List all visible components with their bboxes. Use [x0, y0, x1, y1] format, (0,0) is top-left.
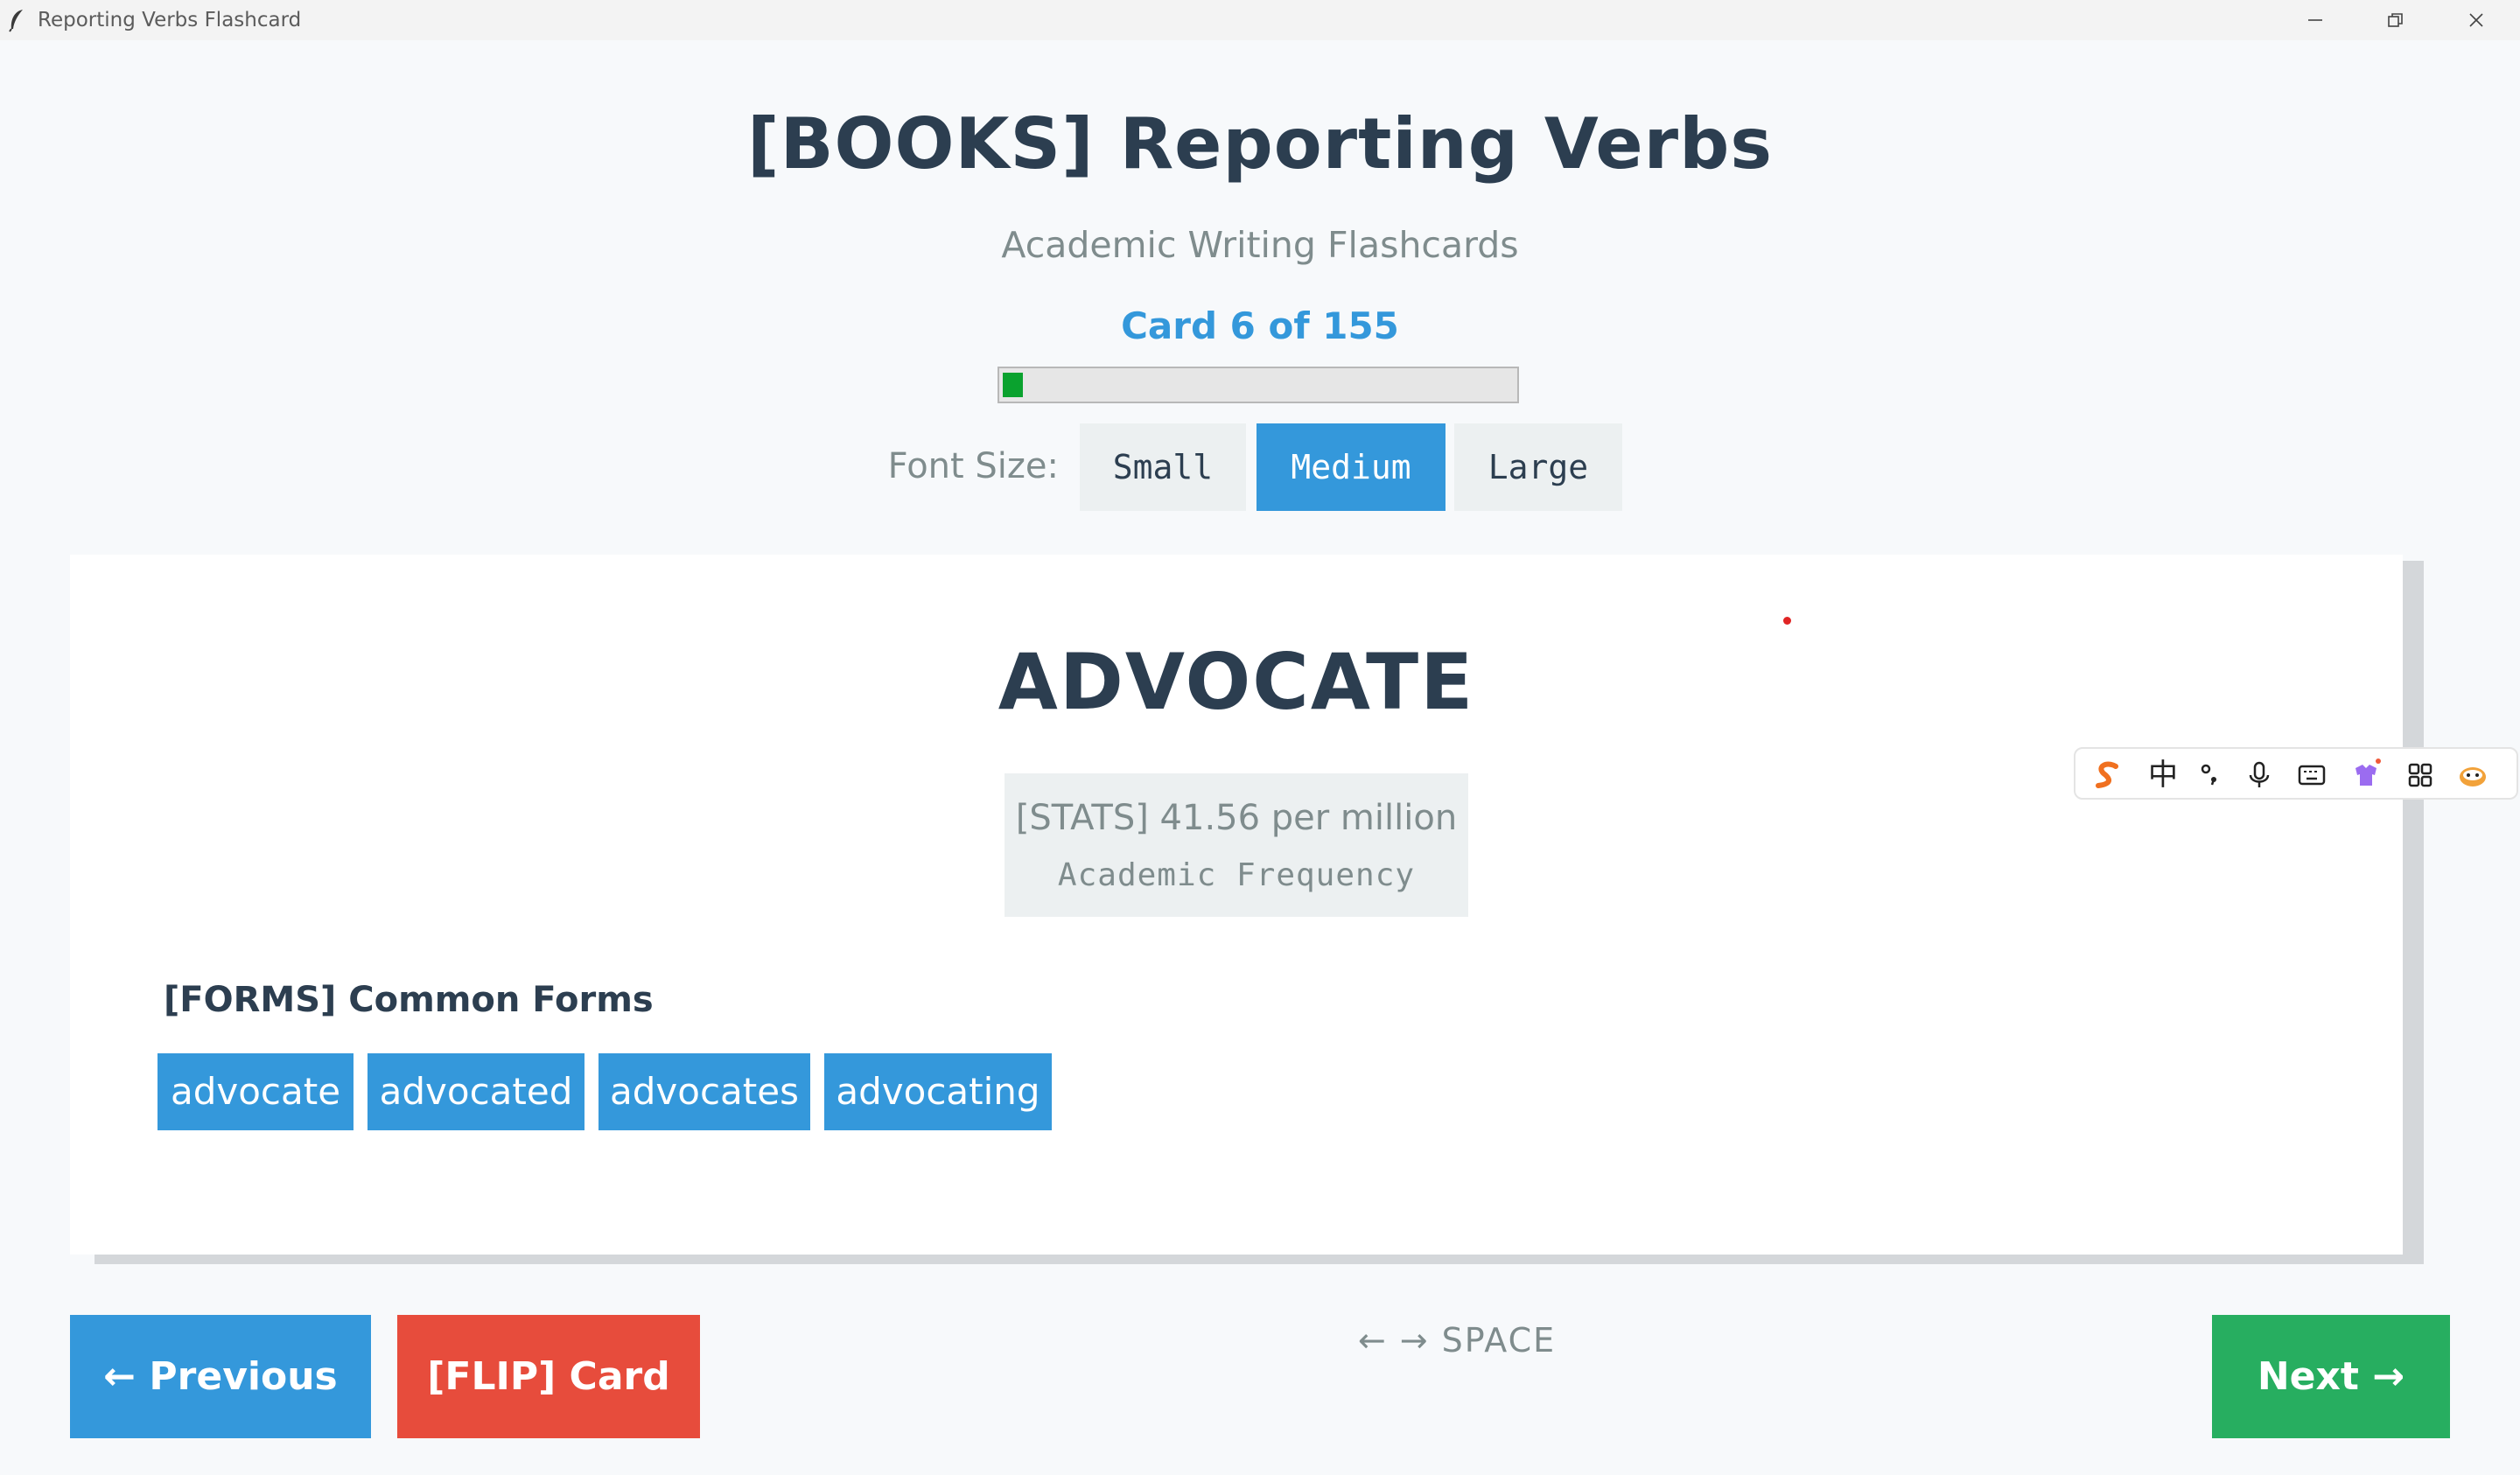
- frequency-value: [STATS] 41.56 per million: [1015, 798, 1458, 838]
- restore-button[interactable]: [2356, 0, 2436, 40]
- frequency-label: Academic Frequency: [1057, 857, 1416, 893]
- progress-bar-fill: [1003, 373, 1023, 397]
- microphone-icon[interactable]: [2242, 758, 2277, 793]
- mascot-icon[interactable]: [2455, 758, 2490, 793]
- card-word: ADVOCATE: [998, 637, 1475, 727]
- next-button[interactable]: Next →: [2212, 1315, 2450, 1438]
- cursor-dot: [1783, 617, 1791, 625]
- window-title-bar: Reporting Verbs Flashcard: [0, 0, 2520, 40]
- font-size-small-button[interactable]: Small: [1080, 423, 1246, 511]
- ime-toolbar: 中: [2074, 747, 2518, 800]
- font-size-large-button[interactable]: Large: [1454, 423, 1622, 511]
- form-chip: advocate: [158, 1053, 354, 1130]
- forms-heading: [FORMS] Common Forms: [164, 980, 654, 1020]
- font-size-medium-button[interactable]: Medium: [1256, 423, 1446, 511]
- ime-chinese-mode[interactable]: 中: [2146, 758, 2180, 793]
- minimize-button[interactable]: [2275, 0, 2356, 40]
- progress-bar: [998, 367, 1519, 403]
- punctuation-icon[interactable]: [2193, 758, 2228, 793]
- frequency-stats-box: [STATS] 41.56 per million Academic Frequ…: [1004, 773, 1468, 917]
- keyboard-shortcut-hint: ← → SPACE: [1357, 1321, 1557, 1360]
- feather-icon: [7, 8, 26, 32]
- sogou-logo-icon[interactable]: [2090, 758, 2124, 793]
- form-chip: advocates: [598, 1053, 810, 1130]
- restore-icon: [2388, 13, 2403, 27]
- keyboard-icon[interactable]: [2294, 758, 2329, 793]
- page-title: [BOOKS] Reporting Verbs: [747, 103, 1773, 185]
- skin-icon[interactable]: [2348, 758, 2384, 793]
- minimize-icon: [2308, 19, 2322, 21]
- card-counter: Card 6 of 155: [1121, 304, 1399, 347]
- window-title: Reporting Verbs Flashcard: [38, 9, 302, 31]
- form-chip: advocated: [368, 1053, 584, 1130]
- font-size-label: Font Size:: [887, 446, 1059, 486]
- page-subtitle: Academic Writing Flashcards: [1001, 224, 1519, 266]
- close-icon: [2469, 13, 2483, 27]
- previous-button[interactable]: ← Previous: [70, 1315, 371, 1438]
- flip-card-button[interactable]: [FLIP] Card: [397, 1315, 700, 1438]
- close-button[interactable]: [2436, 0, 2516, 40]
- toolbox-icon[interactable]: [2403, 758, 2438, 793]
- form-chip: advocating: [824, 1053, 1052, 1130]
- card-shadow: [94, 1255, 2424, 1264]
